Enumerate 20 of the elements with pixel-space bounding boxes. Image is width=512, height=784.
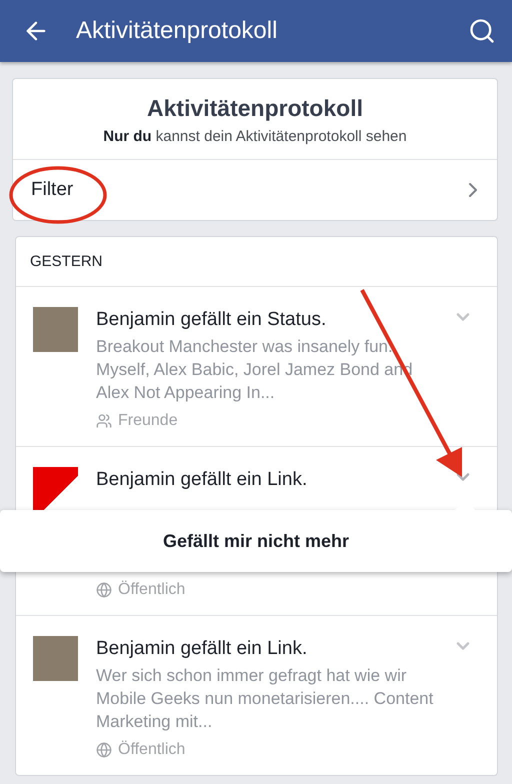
activity-title: Benjamin gefällt ein Link. [96, 637, 308, 661]
logo-thumbnail [33, 467, 78, 512]
audience-label: Freunde [118, 412, 178, 430]
search-icon[interactable] [468, 17, 496, 45]
globe-icon [96, 582, 112, 598]
filter-row[interactable]: Filter [13, 160, 497, 220]
app-bar-title: Aktivitätenprotokoll [76, 17, 278, 45]
people-icon [96, 413, 112, 429]
activity-title: Benjamin gefällt ein Link. [96, 468, 308, 492]
photo-placeholder [33, 307, 78, 352]
audience-label: Öffentlich [118, 741, 186, 759]
section-heading: GESTERN [16, 237, 497, 287]
photo-placeholder [33, 636, 78, 681]
globe-icon [96, 742, 112, 758]
activity-title: Benjamin gefällt ein Status. [96, 308, 328, 332]
audience-label: Öffentlich [118, 581, 186, 599]
page-heading: Aktivitätenprotokoll [146, 95, 364, 122]
activity-text: Wer sich schon immer gefragt hat wie wir Mobile Geeks nun monetarisieren.... Content Marketing mit... [96, 665, 434, 733]
menu-item[interactable]: Gefällt mir nicht mehr [156, 530, 356, 552]
privacy-note: Nur du kannst dein Aktivitätenprotokoll sehen [102, 128, 408, 145]
